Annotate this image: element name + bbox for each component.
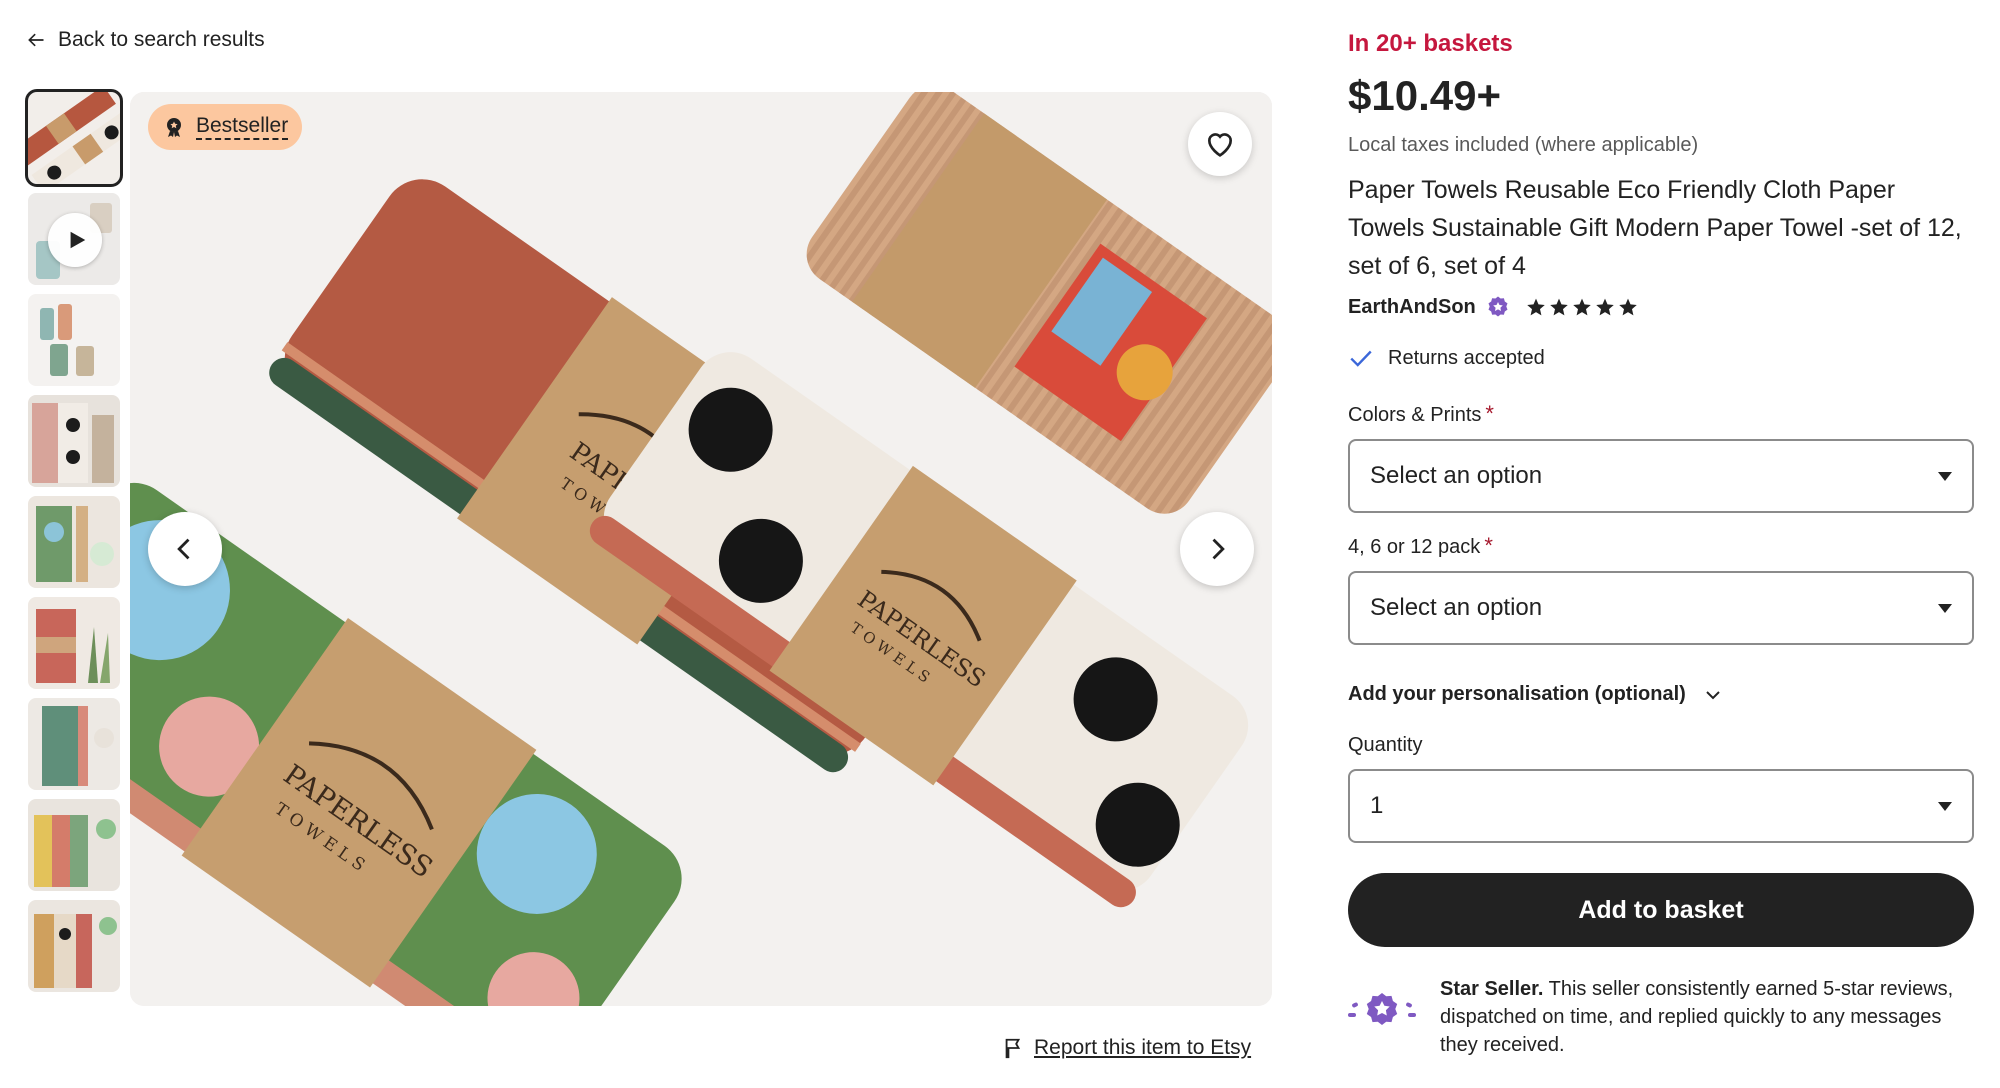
thumbnail-8[interactable]	[28, 799, 120, 891]
personalisation-toggle[interactable]: Add your personalisation (optional)	[1348, 683, 1974, 706]
colors-prints-label: Colors & Prints *	[1348, 401, 1974, 427]
report-item-link[interactable]: Report this item to Etsy	[1002, 1036, 1251, 1060]
pack-select[interactable]: Select an option	[1348, 571, 1974, 645]
add-to-basket-button[interactable]: Add to basket	[1348, 873, 1974, 947]
product-info-panel: In 20+ baskets $10.49+ Local taxes inclu…	[1348, 30, 1974, 1059]
back-to-search-link[interactable]: Back to search results	[26, 28, 265, 52]
next-image-button[interactable]	[1180, 512, 1254, 586]
flag-icon	[1005, 1038, 1021, 1059]
taxes-note: Local taxes included (where applicable)	[1348, 134, 1699, 156]
colors-prints-label-text: Colors & Prints	[1348, 404, 1482, 426]
shop-name-link[interactable]: EarthAndSon	[1348, 296, 1476, 319]
quantity-label: Quantity	[1348, 734, 1423, 756]
caret-down-icon	[1938, 801, 1952, 811]
star-seller-icon	[1488, 296, 1508, 317]
star-seller-badge	[1348, 975, 1416, 1059]
bestseller-badge[interactable]: Bestseller	[148, 104, 303, 150]
thumbnail-list	[25, 89, 123, 992]
returns-accepted: Returns accepted	[1348, 345, 1974, 371]
thumbnail-3[interactable]	[28, 294, 120, 386]
shop-row: EarthAndSon	[1348, 295, 1974, 319]
personalisation-label: Add your personalisation (optional)	[1348, 683, 1686, 705]
quantity-select[interactable]: 1	[1348, 769, 1974, 843]
star-icon	[1550, 298, 1568, 316]
pack-label: 4, 6 or 12 pack *	[1348, 533, 1974, 559]
bestseller-label: Bestseller	[196, 114, 289, 141]
required-mark: *	[1484, 533, 1493, 558]
arrow-left-icon	[28, 33, 44, 47]
thumbnail-9[interactable]	[28, 900, 120, 992]
star-seller-info: Star Seller. This seller consistently ea…	[1348, 975, 1974, 1059]
caret-down-icon	[1938, 471, 1952, 481]
thumbnail-6[interactable]	[28, 597, 120, 689]
star-icon	[1573, 298, 1591, 316]
colors-prints-value: Select an option	[1370, 462, 1543, 489]
product-photo: PAPERLESS T O W E L S PAPERLESS T O W E …	[130, 92, 1272, 1006]
thumbnail-7[interactable]	[28, 698, 120, 790]
baskets-count: In 20+ baskets	[1348, 30, 1513, 57]
star-seller-badge-icon	[1348, 993, 1416, 1025]
award-icon	[167, 118, 181, 137]
chevron-right-icon	[1212, 538, 1225, 560]
previous-image-button[interactable]	[148, 512, 222, 586]
star-seller-text: Star Seller. This seller consistently ea…	[1440, 975, 1960, 1059]
back-link-label: Back to search results	[58, 28, 265, 51]
thumbnail-5[interactable]	[28, 496, 120, 588]
caret-down-icon	[1938, 603, 1952, 613]
star-icon	[1619, 298, 1637, 316]
thumbnail-1[interactable]	[25, 89, 123, 187]
play-icon	[48, 213, 102, 267]
report-label: Report this item to Etsy	[1034, 1036, 1252, 1059]
thumbnail-4[interactable]	[28, 395, 120, 487]
chevron-down-icon	[1706, 690, 1720, 699]
price: $10.49+	[1348, 72, 1501, 119]
product-title: Paper Towels Reusable Eco Friendly Cloth…	[1348, 176, 1962, 280]
heart-icon	[1208, 133, 1232, 157]
main-product-image[interactable]: PAPERLESS T O W E L S PAPERLESS T O W E …	[130, 92, 1272, 1006]
pack-label-text: 4, 6 or 12 pack	[1348, 536, 1481, 558]
check-icon	[1350, 350, 1372, 367]
returns-label: Returns accepted	[1388, 346, 1545, 369]
star-icon	[1527, 298, 1545, 316]
thumbnail-video[interactable]	[28, 193, 120, 285]
star-seller-heading: Star Seller.	[1440, 978, 1544, 1000]
quantity-value: 1	[1370, 792, 1384, 819]
required-mark: *	[1485, 401, 1494, 426]
chevron-left-icon	[177, 538, 190, 560]
rating-stars	[1526, 297, 1638, 317]
star-icon	[1596, 298, 1614, 316]
favorite-button[interactable]	[1188, 112, 1252, 176]
pack-value: Select an option	[1370, 594, 1543, 621]
colors-prints-select[interactable]: Select an option	[1348, 439, 1974, 513]
